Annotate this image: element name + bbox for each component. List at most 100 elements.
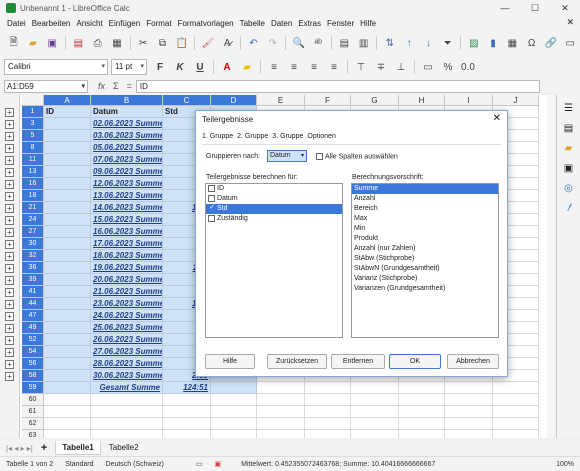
expand-group-icon[interactable]: +	[5, 216, 14, 225]
cell[interactable]: 13.06.2023 Summe	[91, 190, 163, 202]
row-header[interactable]: 52	[22, 334, 44, 346]
cell[interactable]	[399, 418, 445, 430]
sort-icon[interactable]: ⇅	[382, 35, 397, 51]
functions-icon[interactable]: 𝑓	[562, 201, 576, 215]
cell[interactable]	[91, 430, 163, 438]
cell[interactable]	[493, 382, 539, 394]
cell[interactable]	[44, 430, 91, 438]
expand-group-icon[interactable]: +	[5, 132, 14, 141]
cell[interactable]	[351, 406, 399, 418]
column-header-d[interactable]: D	[211, 95, 257, 106]
comment-icon[interactable]: ▭	[563, 35, 578, 51]
cell[interactable]: 21.06.2023 Summe	[91, 286, 163, 298]
zoom-level[interactable]: 100%	[550, 461, 580, 468]
cell[interactable]: ID	[44, 106, 91, 118]
function-wizard-icon[interactable]: fx	[98, 81, 105, 91]
menu-einfuegen[interactable]: Einfügen	[106, 19, 144, 28]
save-icon[interactable]: ▣	[45, 35, 60, 51]
cell[interactable]	[211, 406, 257, 418]
row-header[interactable]: 32	[22, 250, 44, 262]
cell[interactable]	[305, 382, 351, 394]
cell[interactable]	[44, 142, 91, 154]
cell[interactable]	[257, 382, 305, 394]
cell[interactable]: 19.06.2023 Summe	[91, 262, 163, 274]
cell[interactable]: 02.06.2023 Summe	[91, 118, 163, 130]
expand-group-icon[interactable]: +	[5, 276, 14, 285]
cell[interactable]	[257, 430, 305, 438]
cell[interactable]	[493, 406, 539, 418]
reset-button[interactable]: Zurücksetzen	[267, 354, 327, 369]
underline-button[interactable]: U	[192, 59, 208, 75]
function-item[interactable]: Anzahl	[352, 194, 498, 204]
hyperlink-icon[interactable]: 🔗	[543, 35, 558, 51]
cell[interactable]: 16.06.2023 Summe	[91, 226, 163, 238]
tab-tabelle1[interactable]: Tabelle1	[55, 441, 101, 455]
cell[interactable]: 05.06.2023 Summe	[91, 142, 163, 154]
spellcheck-icon[interactable]: ᵃᵇ	[310, 35, 325, 51]
vertical-scrollbar[interactable]	[547, 95, 555, 438]
cell[interactable]	[445, 394, 493, 406]
row-header[interactable]: 41	[22, 286, 44, 298]
export-pdf-icon[interactable]: ▤	[71, 35, 86, 51]
row-header[interactable]: 56	[22, 358, 44, 370]
menu-fenster[interactable]: Fenster	[324, 19, 357, 28]
clone-formatting-icon[interactable]: 🖌	[200, 35, 215, 51]
cell[interactable]: Gesamt Summe	[91, 382, 163, 394]
font-color-icon[interactable]: A	[219, 59, 235, 75]
cell[interactable]: Datum	[91, 106, 163, 118]
row-header[interactable]: 8	[22, 142, 44, 154]
tab-options[interactable]: Optionen	[307, 133, 335, 140]
all-columns-checkbox[interactable]: Alle Spalten auswählen	[316, 153, 398, 160]
cell[interactable]: 27.06.2023 Summe	[91, 346, 163, 358]
menu-format[interactable]: Format	[143, 19, 174, 28]
italic-button[interactable]: K	[172, 59, 188, 75]
field-item-id[interactable]: ID	[206, 184, 342, 194]
cell[interactable]	[44, 250, 91, 262]
cell[interactable]: 20.06.2023 Summe	[91, 274, 163, 286]
row-header[interactable]: 30	[22, 238, 44, 250]
cell[interactable]	[493, 418, 539, 430]
currency-format-icon[interactable]: ▭	[420, 59, 436, 75]
expand-group-icon[interactable]: +	[5, 264, 14, 273]
cell[interactable]: 15.06.2023 Summe	[91, 214, 163, 226]
row-header[interactable]: 18	[22, 190, 44, 202]
close-icon[interactable]: ✕	[493, 113, 501, 124]
cell[interactable]	[163, 394, 211, 406]
tab-group-1[interactable]: 1. Gruppe	[202, 133, 233, 140]
row-header[interactable]: 44	[22, 298, 44, 310]
row-header[interactable]: 11	[22, 154, 44, 166]
cell[interactable]	[44, 358, 91, 370]
sum-icon[interactable]: Σ	[113, 81, 119, 91]
function-item[interactable]: Anzahl (nur Zahlen)	[352, 244, 498, 254]
column-header-g[interactable]: G	[351, 95, 399, 106]
language[interactable]: Deutsch (Schweiz)	[100, 461, 170, 468]
menu-bearbeiten[interactable]: Bearbeiten	[29, 19, 74, 28]
cell[interactable]: 25.06.2023 Summe	[91, 322, 163, 334]
cell[interactable]: 18.06.2023 Summe	[91, 250, 163, 262]
cell[interactable]	[493, 394, 539, 406]
row-header[interactable]: 62	[22, 418, 44, 430]
expand-group-icon[interactable]: +	[5, 120, 14, 129]
menu-datei[interactable]: Datei	[4, 19, 29, 28]
cell[interactable]: 26.06.2023 Summe	[91, 334, 163, 346]
page-style[interactable]: Standard	[59, 461, 99, 468]
cell[interactable]: 17.06.2023 Summe	[91, 238, 163, 250]
cell[interactable]: 03.06.2023 Summe	[91, 130, 163, 142]
cell[interactable]	[211, 382, 257, 394]
cell[interactable]	[351, 394, 399, 406]
cell[interactable]	[44, 274, 91, 286]
cell[interactable]	[351, 430, 399, 438]
column-header-b[interactable]: B	[91, 95, 163, 106]
function-item[interactable]: StAbw (Stichprobe)	[352, 254, 498, 264]
function-item[interactable]: Summe	[352, 184, 498, 194]
cell[interactable]: 30.06.2023 Summe	[91, 370, 163, 382]
cell[interactable]	[44, 202, 91, 214]
cell[interactable]	[305, 418, 351, 430]
cell[interactable]	[163, 418, 211, 430]
column-header-a[interactable]: A	[44, 95, 91, 106]
group-by-select[interactable]: Datum ▾	[267, 150, 307, 162]
cell[interactable]	[44, 178, 91, 190]
cell[interactable]	[399, 406, 445, 418]
menu-icon[interactable]: ☰	[562, 101, 576, 115]
cell[interactable]	[44, 322, 91, 334]
